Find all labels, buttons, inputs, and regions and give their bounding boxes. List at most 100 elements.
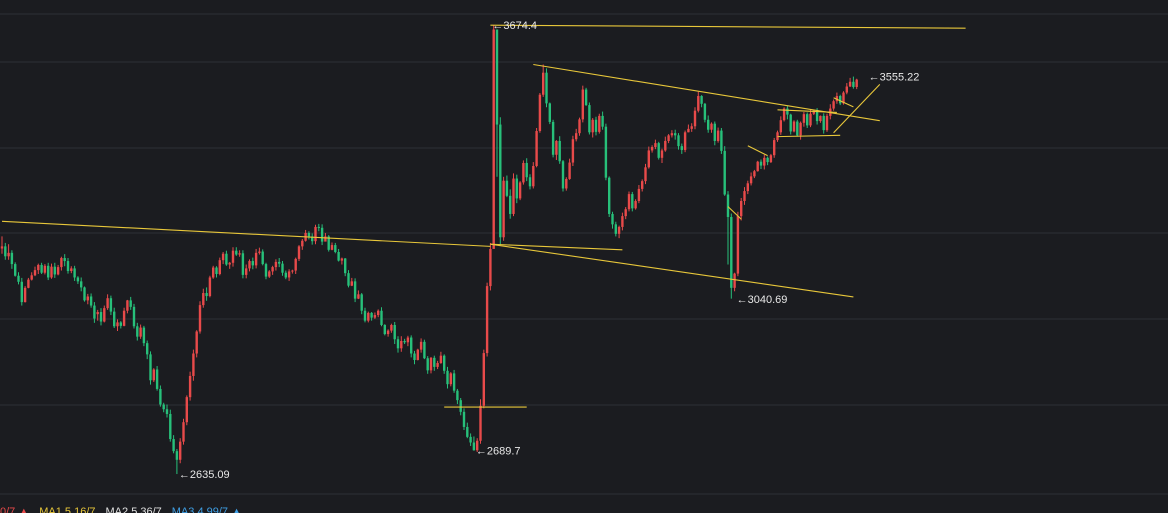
- candle-30: [99, 308, 103, 326]
- candle-body: [700, 96, 703, 104]
- candle-body: [202, 293, 205, 306]
- candle-155: [512, 173, 515, 217]
- candle-160: [528, 174, 532, 190]
- candle-194: [641, 179, 644, 192]
- indicator-legend: 0/7 ▲ MA1 5.16/7 MA2 5.36/7 MA3 4.99/7 ▲: [0, 503, 1168, 513]
- candle-body: [324, 236, 327, 242]
- candle-body: [380, 310, 383, 325]
- candle-body: [730, 216, 733, 288]
- candle-118: [390, 323, 393, 333]
- candle-body: [459, 400, 462, 412]
- candle-93: [307, 231, 311, 240]
- candle-body: [561, 161, 565, 189]
- candle-129: [426, 356, 429, 374]
- candle-body: [122, 310, 126, 326]
- candle-22: [73, 265, 76, 281]
- candle-body: [584, 89, 588, 106]
- candle-body: [17, 275, 20, 282]
- candle-body: [367, 312, 370, 321]
- price-annotation-1: ←3555.22: [869, 71, 920, 83]
- candle-77: [254, 248, 258, 269]
- candle-41: [136, 322, 139, 341]
- candle-body: [515, 178, 518, 199]
- candle-166: [548, 102, 551, 125]
- candle-body: [575, 133, 578, 140]
- candle-body: [746, 183, 749, 192]
- candlestick-chart[interactable]: ←3674.4 ←3555.22 ←3040.69 ←2689.7 ←2635.09: [0, 0, 1168, 500]
- candle-140: [462, 408, 466, 430]
- candle-body: [449, 373, 452, 385]
- legend-item-3: MA3 4.99/7 ▲: [171, 506, 242, 513]
- candle-173: [571, 135, 575, 167]
- candle-body: [446, 370, 449, 385]
- candle-231: [763, 154, 766, 170]
- candle-174: [575, 128, 578, 142]
- candle-127: [419, 338, 423, 353]
- candle-241: [796, 119, 799, 137]
- candle-body: [479, 405, 482, 441]
- candle-body: [377, 310, 380, 316]
- candle-168: [555, 140, 558, 160]
- candle-48: [159, 385, 162, 407]
- candle-body: [525, 162, 528, 178]
- candle-126: [416, 348, 419, 361]
- candle-4: [14, 262, 17, 277]
- candle-body: [320, 227, 324, 242]
- candle-body: [188, 375, 192, 398]
- candle-132: [436, 360, 439, 370]
- candle-body: [139, 327, 142, 337]
- candle-body: [680, 146, 683, 151]
- candle-39: [129, 296, 132, 310]
- candle-body: [799, 122, 802, 136]
- candle-199: [657, 141, 660, 160]
- candle-series: [0, 25, 858, 475]
- candle-38: [126, 299, 129, 314]
- candle-216: [713, 121, 716, 146]
- candle-body: [723, 150, 726, 195]
- candle-body: [281, 263, 284, 273]
- candle-31: [103, 305, 106, 323]
- candle-23: [76, 276, 80, 284]
- candle-98: [324, 232, 327, 242]
- candle-body: [136, 326, 139, 337]
- candle-203: [670, 130, 674, 138]
- candle-body: [96, 312, 99, 315]
- candle-body: [301, 240, 304, 247]
- candle-197: [650, 145, 654, 153]
- candle-body: [604, 126, 608, 178]
- candle-body: [443, 355, 446, 371]
- candle-256: [845, 83, 848, 95]
- candle-body: [218, 260, 221, 275]
- candle-body: [410, 337, 413, 354]
- candle-117: [386, 329, 390, 337]
- candle-body: [499, 124, 502, 238]
- candle-46: [152, 368, 155, 383]
- candle-body: [14, 264, 17, 276]
- candle-40: [132, 303, 136, 329]
- candle-88: [291, 269, 294, 274]
- candle-body: [845, 86, 848, 93]
- candle-119: [393, 321, 396, 345]
- candle-body: [89, 296, 93, 306]
- candle-body: [192, 353, 195, 376]
- candle-243: [802, 112, 806, 127]
- candle-body: [142, 327, 146, 344]
- price-annotation-0: ←3674.4: [492, 20, 537, 32]
- candle-26: [86, 293, 89, 305]
- candle-57: [188, 371, 192, 401]
- candle-259: [855, 78, 858, 90]
- candle-184: [608, 176, 611, 217]
- candle-body: [423, 341, 426, 359]
- candle-body: [383, 324, 386, 335]
- candle-90: [297, 245, 301, 262]
- candle-202: [667, 134, 670, 144]
- candle-149: [492, 25, 495, 249]
- candle-14: [47, 262, 50, 281]
- candle-body: [436, 363, 439, 367]
- candle-159: [525, 158, 528, 182]
- candle-150: [495, 29, 499, 177]
- candle-250: [825, 113, 829, 132]
- candle-body: [713, 123, 716, 141]
- candle-body: [472, 442, 476, 451]
- candle-94: [311, 233, 314, 245]
